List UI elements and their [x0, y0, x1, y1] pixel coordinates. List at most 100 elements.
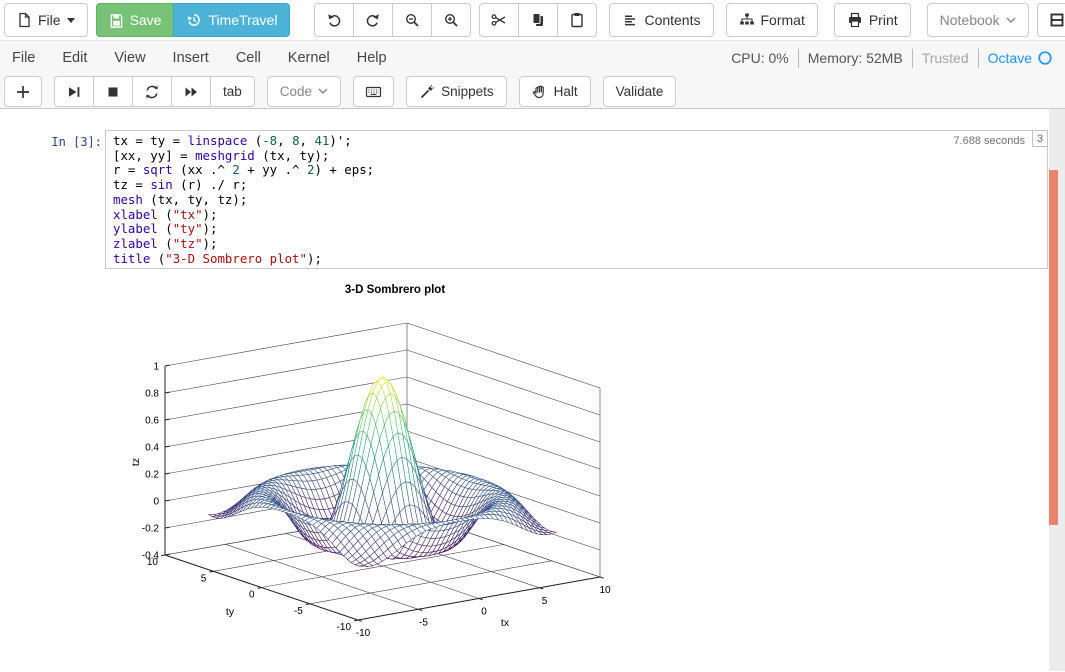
redo-button[interactable] [353, 3, 393, 37]
validate-button[interactable]: Validate [603, 76, 677, 107]
save-button[interactable]: Save [96, 3, 175, 37]
divider [912, 49, 913, 68]
plus-icon [16, 85, 30, 99]
execution-count-badge: 3 [1032, 130, 1048, 147]
zoom-in-button[interactable] [431, 3, 471, 37]
zoom-out-icon [404, 12, 420, 28]
top-toolbar: File Save TimeTravel [0, 0, 1065, 41]
cell-prompt: In [3]: [40, 135, 102, 149]
status-indicators: CPU: 0% Memory: 52MB Trusted Octave [731, 49, 1053, 68]
cell-type-label: Code [280, 84, 312, 99]
svg-text:-10: -10 [337, 622, 352, 633]
file-menu-label: File [38, 12, 61, 28]
redo-icon [365, 12, 381, 28]
kernel-idle-icon [1037, 50, 1053, 66]
history-zoom-group [314, 3, 471, 37]
svg-text:5: 5 [542, 596, 548, 607]
svg-text:0.2: 0.2 [145, 470, 159, 481]
svg-text:-0.2: -0.2 [142, 524, 160, 535]
code-cell[interactable]: tx = ty = linspace (-8, 8, 41)';[xx, yy]… [105, 130, 1048, 269]
hand-icon [532, 84, 548, 100]
contents-icon [622, 12, 638, 28]
notebook-dropdown[interactable]: Notebook [927, 3, 1029, 37]
undo-button[interactable] [314, 3, 354, 37]
print-icon [847, 12, 863, 28]
run-all-button[interactable] [171, 76, 211, 107]
divider [798, 49, 799, 68]
split-horizontal-button[interactable] [1037, 3, 1065, 37]
cell-type-select[interactable]: Code [267, 76, 341, 107]
tab-label: tab [223, 84, 242, 99]
tab-button[interactable]: tab [210, 76, 255, 107]
split-horizontal-icon [1049, 12, 1065, 28]
paste-button[interactable] [557, 3, 597, 37]
svg-text:0: 0 [481, 607, 487, 618]
print-label: Print [869, 12, 898, 28]
menu-file[interactable]: File [12, 50, 35, 66]
svg-text:0.4: 0.4 [145, 443, 159, 454]
menu-insert[interactable]: Insert [173, 50, 209, 66]
zoom-in-icon [443, 12, 459, 28]
halt-button[interactable]: Halt [519, 76, 591, 107]
svg-text:1: 1 [153, 362, 159, 373]
clipboard-group [479, 3, 597, 37]
svg-text:0: 0 [153, 497, 159, 508]
timetravel-button[interactable]: TimeTravel [173, 3, 290, 37]
zoom-out-button[interactable] [392, 3, 432, 37]
cut-button[interactable] [479, 3, 519, 37]
keyboard-shortcuts-button[interactable] [353, 76, 394, 107]
validate-label: Validate [616, 84, 664, 99]
keyboard-icon [365, 84, 382, 100]
svg-text:-10: -10 [356, 628, 371, 639]
print-button[interactable]: Print [834, 3, 911, 37]
svg-text:5: 5 [201, 573, 207, 584]
menu-edit[interactable]: Edit [62, 50, 87, 66]
history-icon [186, 12, 202, 28]
menu-help[interactable]: Help [357, 50, 387, 66]
format-icon [739, 12, 755, 28]
save-timetravel-group: Save TimeTravel [96, 3, 291, 37]
contents-button[interactable]: Contents [609, 3, 713, 37]
code-editor[interactable]: tx = ty = linspace (-8, 8, 41)';[xx, yy]… [113, 134, 1040, 266]
run-cell-button[interactable] [54, 76, 94, 107]
jupyter-notebook-app: File Save TimeTravel [0, 0, 1065, 672]
cut-icon [491, 12, 507, 28]
svg-text:-5: -5 [419, 617, 428, 628]
scrollbar-thumb[interactable] [1049, 170, 1058, 525]
fast-forward-icon [183, 84, 199, 100]
kernel-status[interactable]: Octave [988, 50, 1053, 66]
cell-toolbar: tab Code Snippets Halt Validate [0, 75, 1065, 109]
halt-label: Halt [554, 84, 578, 99]
svg-text:tz: tz [130, 458, 142, 466]
copy-button[interactable] [518, 3, 558, 37]
menu-view[interactable]: View [114, 50, 145, 66]
cell-timing: 7.688 seconds [953, 135, 1025, 147]
menu-kernel[interactable]: Kernel [288, 50, 330, 66]
paste-icon [569, 12, 585, 28]
menu-cell[interactable]: Cell [236, 50, 261, 66]
chevron-down-icon [1006, 17, 1016, 24]
caret-down-icon [67, 18, 75, 23]
svg-text:-5: -5 [294, 606, 303, 617]
wand-icon [419, 84, 435, 100]
svg-text:0: 0 [249, 590, 255, 601]
file-menu-button[interactable]: File [4, 3, 88, 37]
format-label: Format [761, 12, 805, 28]
notebook-label: Notebook [940, 12, 1000, 28]
run-controls-group: tab [54, 76, 255, 107]
svg-text:0.6: 0.6 [145, 416, 159, 427]
svg-text:ty: ty [226, 606, 235, 618]
stop-button[interactable] [93, 76, 133, 107]
chevron-down-icon [318, 88, 328, 95]
contents-label: Contents [644, 12, 700, 28]
add-cell-button[interactable] [4, 76, 42, 107]
restart-kernel-button[interactable] [132, 76, 172, 107]
save-label: Save [130, 12, 162, 28]
window-controls-group: × [1037, 3, 1065, 37]
restart-icon [144, 84, 160, 100]
snippets-button[interactable]: Snippets [406, 76, 507, 107]
format-button[interactable]: Format [726, 3, 818, 37]
trusted-badge: Trusted [922, 50, 969, 66]
svg-text:tx: tx [501, 617, 510, 629]
scrollbar-track[interactable] [1049, 109, 1065, 671]
